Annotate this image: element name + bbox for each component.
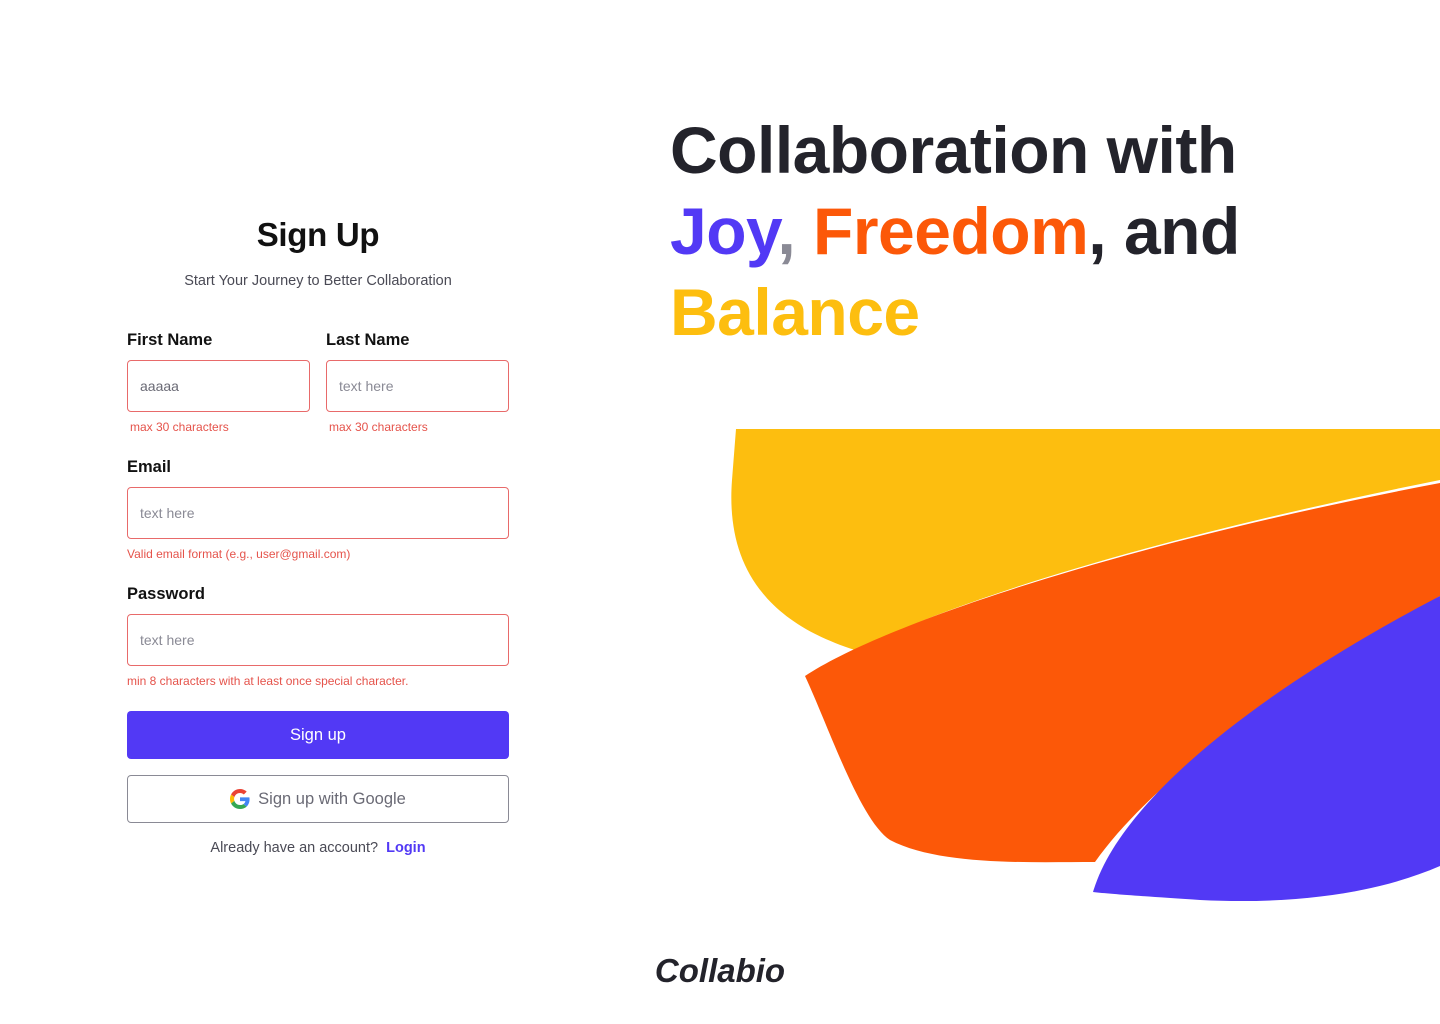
hero-word-freedom: Freedom	[813, 194, 1089, 268]
brand-logo: Collabio	[654, 952, 786, 989]
first-name-input[interactable]	[127, 360, 310, 412]
login-row: Already have an account? Login	[127, 840, 509, 856]
last-name-label: Last Name	[326, 331, 410, 349]
password-input[interactable]	[127, 614, 509, 666]
hero-comma: ,	[777, 194, 796, 268]
first-name-label: First Name	[127, 331, 213, 349]
hero-headline: Collaboration with Joy, Freedom, and Bal…	[670, 110, 1410, 353]
password-label: Password	[127, 585, 205, 603]
hero-word-balance: Balance	[670, 275, 920, 349]
google-g-icon	[230, 789, 250, 809]
email-group: Email Valid email format (e.g., user@gma…	[127, 457, 509, 561]
login-link[interactable]: Login	[386, 840, 425, 856]
form-subtitle: Start Your Journey to Better Collaborati…	[184, 273, 452, 289]
form-title: Sign Up	[256, 216, 380, 253]
hero-line-1: Collaboration with	[670, 113, 1237, 187]
email-input[interactable]	[127, 487, 509, 539]
first-name-hint: max 30 characters	[130, 420, 229, 434]
password-hint: min 8 characters with at least once spec…	[127, 674, 409, 688]
last-name-group: Last Name max 30 characters	[326, 330, 509, 434]
email-label: Email	[127, 458, 172, 476]
decorative-shapes	[731, 429, 1440, 902]
password-group: Password min 8 characters with at least …	[127, 584, 509, 688]
email-hint: Valid email format (e.g., user@gmail.com…	[127, 547, 351, 561]
google-sign-up-button[interactable]: Sign up with Google	[127, 775, 509, 823]
hero-line-2: Joy, Freedom, and	[670, 191, 1410, 272]
hero-word-joy: Joy	[670, 194, 778, 268]
signup-page: Sign Up Start Your Journey to Better Col…	[0, 0, 1440, 1024]
sign-up-button[interactable]: Sign up	[127, 711, 509, 759]
google-sign-up-label: Sign up with Google	[258, 789, 406, 808]
last-name-hint: max 30 characters	[329, 420, 428, 434]
login-prompt: Already have an account?	[210, 840, 379, 856]
hero-and: , and	[1088, 194, 1240, 268]
first-name-group: First Name max 30 characters	[127, 330, 310, 434]
last-name-input[interactable]	[326, 360, 509, 412]
